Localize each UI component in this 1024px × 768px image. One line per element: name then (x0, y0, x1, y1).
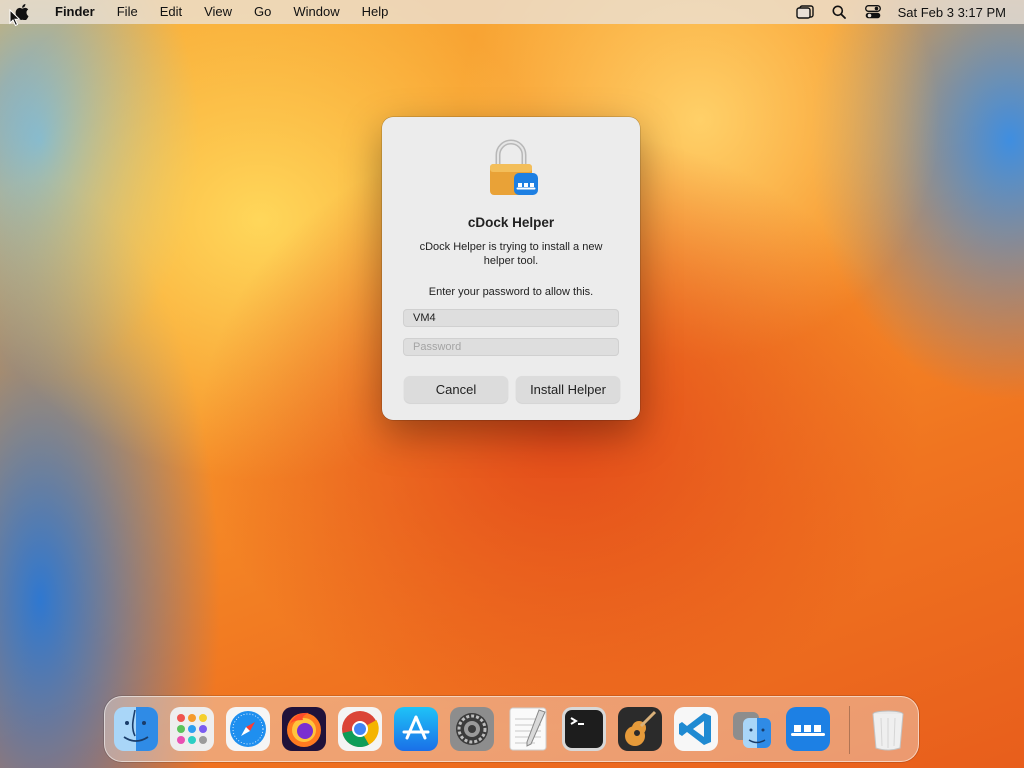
menu-file[interactable]: File (106, 0, 149, 24)
menu-view[interactable]: View (193, 0, 243, 24)
lock-icon (488, 139, 540, 197)
dialog-prompt: Enter your password to allow this. (428, 286, 594, 298)
dock (104, 696, 919, 762)
menu-go[interactable]: Go (243, 0, 282, 24)
textedit-icon[interactable] (505, 706, 551, 752)
menu-bar: Finder File Edit View Go Window Help Sat… (0, 0, 1024, 24)
username-field[interactable] (403, 309, 619, 327)
system-settings-icon[interactable] (449, 706, 495, 752)
menu-app-name[interactable]: Finder (44, 0, 106, 24)
trash-icon[interactable] (865, 706, 911, 752)
firefox-icon[interactable] (281, 706, 327, 752)
app-store-icon[interactable] (393, 706, 439, 752)
garageband-icon[interactable] (617, 706, 663, 752)
auth-dialog: cDock Helper cDock Helper is trying to i… (382, 117, 640, 420)
menu-clock[interactable]: Sat Feb 3 3:17 PM (898, 5, 1006, 20)
menu-edit[interactable]: Edit (149, 0, 193, 24)
launchpad-icon[interactable] (169, 706, 215, 752)
menu-window[interactable]: Window (282, 0, 350, 24)
cancel-button[interactable]: Cancel (404, 376, 508, 403)
vscode-icon[interactable] (673, 706, 719, 752)
menu-help[interactable]: Help (351, 0, 400, 24)
spotlight-search-icon[interactable] (822, 5, 856, 19)
stage-manager-icon[interactable] (788, 5, 822, 19)
apple-menu-icon[interactable] (0, 4, 44, 20)
dialog-title: cDock Helper (467, 215, 555, 230)
cdock-icon[interactable] (785, 706, 831, 752)
chrome-icon[interactable] (337, 706, 383, 752)
control-center-icon[interactable] (856, 5, 890, 19)
safari-icon[interactable] (225, 706, 271, 752)
migration-assistant-icon[interactable] (729, 706, 775, 752)
mouse-pointer-icon (9, 8, 21, 32)
password-field[interactable] (403, 338, 619, 356)
dialog-message: cDock Helper is trying to install a new … (419, 241, 603, 267)
dock-separator (849, 706, 850, 754)
terminal-icon[interactable] (561, 706, 607, 752)
install-helper-button[interactable]: Install Helper (516, 376, 620, 403)
finder-icon[interactable] (113, 706, 159, 752)
